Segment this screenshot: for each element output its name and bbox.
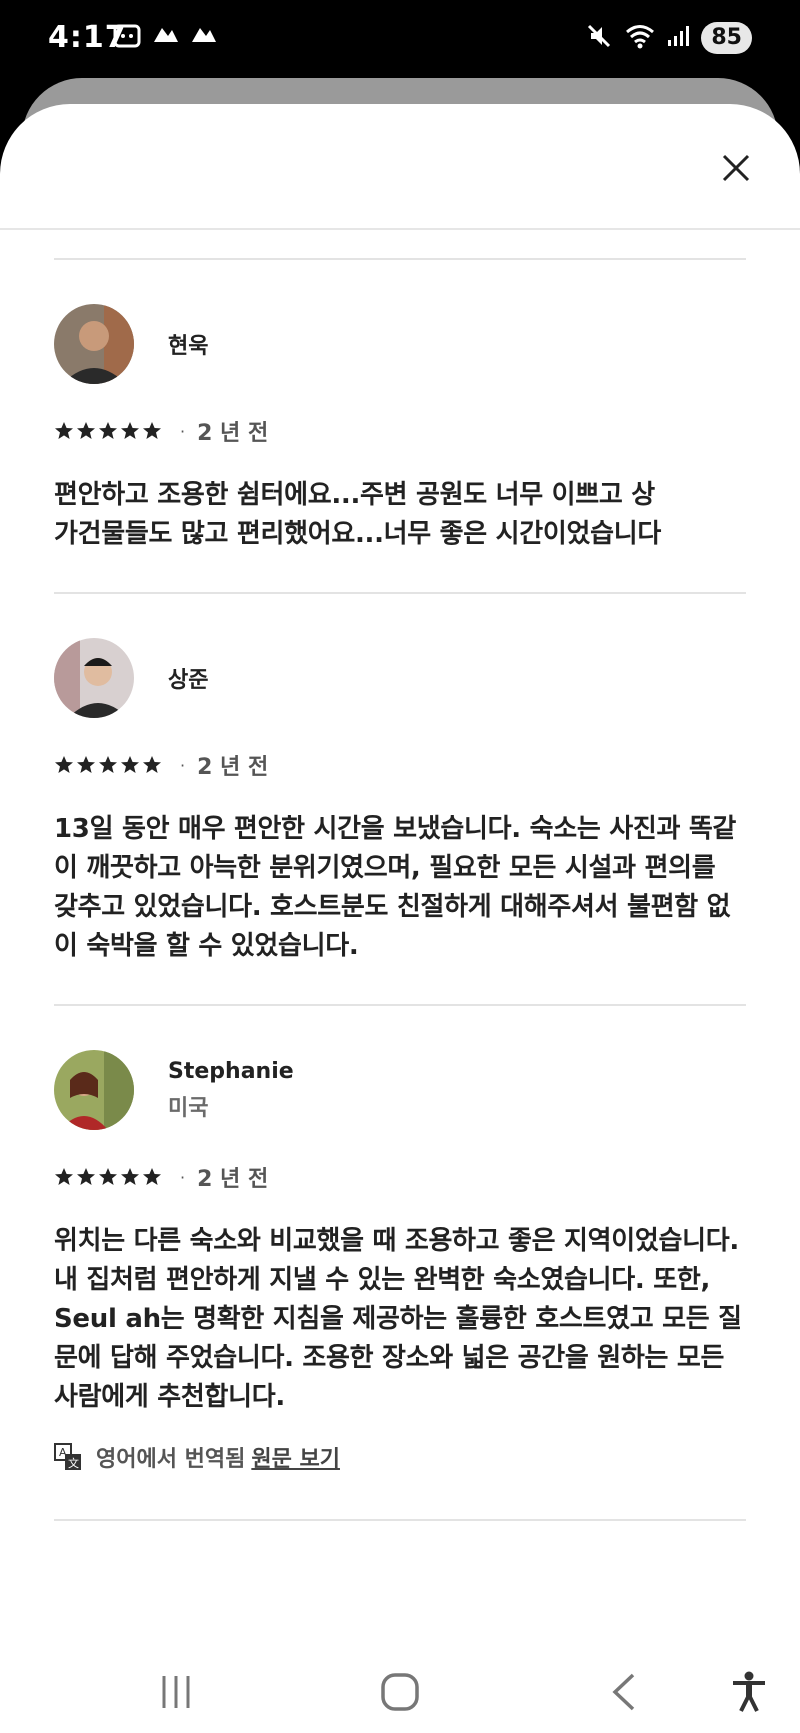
back-icon — [612, 1673, 635, 1711]
review-date: 2 년 전 — [197, 421, 269, 446]
review-meta: · 2 년 전 — [54, 1162, 746, 1192]
reviewer-info: Stephanie 미국 — [168, 1059, 294, 1122]
star-icon — [121, 422, 139, 439]
recent-apps-button[interactable] — [154, 1670, 198, 1714]
divider — [54, 1004, 746, 1006]
accessibility-button[interactable] — [727, 1670, 771, 1714]
star-icon — [143, 422, 161, 439]
review-header: 현욱 — [54, 304, 746, 384]
separator-dot: · — [180, 1167, 186, 1187]
divider — [54, 592, 746, 594]
review-header: 상준 — [54, 638, 746, 718]
battery-level: 85 — [701, 22, 752, 54]
avatar[interactable] — [54, 1050, 134, 1130]
star-icon — [55, 422, 73, 439]
star-icon — [121, 756, 139, 773]
avatar[interactable] — [54, 304, 134, 384]
star-icon — [99, 1168, 117, 1185]
star-icon — [77, 1168, 95, 1185]
review-text: 편안하고 조용한 쉼터에요...주변 공원도 너무 이쁘고 상가건물들도 많고 … — [54, 480, 661, 549]
wifi-icon — [625, 23, 655, 53]
translate-icon: A文 — [54, 1443, 82, 1471]
review-item: 상준 · 2 년 전 13일 동안 매우 편안한 시간을 보냈습니다. 숙소는 … — [54, 638, 746, 1006]
rating-stars — [54, 421, 162, 441]
status-bar: 4:17 85 — [0, 0, 800, 76]
navigation-bar — [0, 1652, 800, 1733]
review-item: 현욱 · 2 년 전 편안하고 조용한 쉼터에요...주변 공원도 너무 이쁘고… — [54, 304, 746, 594]
review-text: 위치는 다른 숙소와 비교했을 때 조용하고 좋은 지역이었습니다. 내 집처럼… — [54, 1226, 742, 1412]
review-item: Stephanie 미국 · 2 년 전 위치는 다른 숙소와 비교했을 때 조… — [54, 1050, 746, 1521]
translation-note: A文 영어에서 번역됨 원문 보기 — [54, 1441, 746, 1473]
recent-apps-icon — [162, 1676, 190, 1708]
separator-dot: · — [180, 421, 186, 441]
star-icon — [55, 756, 73, 773]
home-icon — [381, 1673, 419, 1711]
review-list: 현욱 · 2 년 전 편안하고 조용한 쉼터에요...주변 공원도 너무 이쁘고… — [54, 258, 746, 1521]
star-icon — [121, 1168, 139, 1185]
review-header: Stephanie 미국 — [54, 1050, 746, 1130]
star-icon — [77, 422, 95, 439]
separator-dot: · — [180, 755, 186, 775]
review-meta: · 2 년 전 — [54, 416, 746, 446]
cloud-icon — [152, 22, 180, 54]
accessibility-icon — [733, 1671, 765, 1712]
show-original-link[interactable]: 원문 보기 — [251, 1441, 340, 1473]
screenshot-icon — [112, 22, 142, 54]
reviewer-info: 현욱 — [168, 328, 208, 360]
reviewer-name: 상준 — [168, 668, 209, 693]
back-button[interactable] — [602, 1670, 646, 1714]
mute-icon — [585, 22, 613, 54]
avatar[interactable] — [54, 638, 134, 718]
reviews-sheet: 현욱 · 2 년 전 편안하고 조용한 쉼터에요...주변 공원도 너무 이쁘고… — [0, 104, 800, 1652]
sheet-header — [0, 104, 800, 230]
rating-stars — [54, 755, 162, 775]
close-icon — [721, 153, 751, 187]
reviewer-name: 현욱 — [168, 334, 209, 359]
star-icon — [143, 1168, 161, 1185]
star-icon — [77, 756, 95, 773]
reviewer-name: Stephanie — [168, 1058, 294, 1084]
home-button[interactable] — [378, 1670, 422, 1714]
reviewer-location: 미국 — [168, 1095, 209, 1121]
review-text: 13일 동안 매우 편안한 시간을 보냈습니다. 숙소는 사진과 똑같이 깨끗하… — [54, 814, 737, 961]
review-meta: · 2 년 전 — [54, 750, 746, 780]
review-date: 2 년 전 — [197, 755, 269, 780]
status-right: 85 — [585, 22, 752, 54]
signal-icon — [667, 24, 690, 52]
close-button[interactable] — [708, 142, 764, 198]
star-icon — [55, 1168, 73, 1185]
svg-text:文: 文 — [68, 1456, 79, 1470]
rating-stars — [54, 1167, 162, 1187]
divider — [54, 258, 746, 260]
reviewer-info: 상준 — [168, 662, 208, 694]
star-icon — [143, 756, 161, 773]
cloud-icon — [190, 22, 218, 54]
translation-label: 영어에서 번역됨 — [96, 1447, 246, 1472]
review-date: 2 년 전 — [197, 1167, 269, 1192]
star-icon — [99, 756, 117, 773]
divider — [54, 1519, 746, 1521]
status-left-icons — [112, 22, 218, 54]
star-icon — [99, 422, 117, 439]
